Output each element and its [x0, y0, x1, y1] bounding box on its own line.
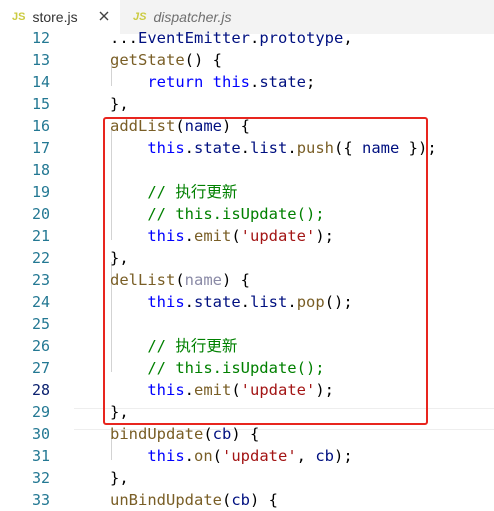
- code-line: return this.state;: [147, 73, 316, 91]
- line-number: 22: [31, 249, 50, 267]
- line-number: 26: [31, 337, 50, 355]
- line-number: 12: [31, 29, 50, 47]
- code-line: },: [110, 469, 129, 487]
- tab-label: store.js: [32, 9, 78, 25]
- highlight-box: [103, 117, 428, 425]
- line-number: 33: [31, 491, 50, 509]
- js-file-icon: JS: [12, 11, 26, 23]
- line-number: 17: [31, 139, 50, 157]
- line-number: 25: [31, 315, 50, 333]
- line-number: 15: [31, 95, 50, 113]
- code-line: getState() {: [110, 51, 222, 69]
- line-number: 16: [31, 117, 50, 135]
- line-number: 30: [31, 425, 50, 443]
- line-number: 13: [31, 51, 50, 69]
- code-line: this.on('update', cb);: [147, 447, 353, 465]
- line-number: 23: [31, 271, 50, 289]
- line-number: 21: [31, 227, 50, 245]
- code-line: bindUpdate(cb) {: [110, 425, 260, 443]
- code-line: unBindUpdate(cb) {: [110, 491, 278, 509]
- line-number: 27: [31, 359, 50, 377]
- line-number: 24: [31, 293, 50, 311]
- line-number: 19: [31, 183, 50, 201]
- code-line: ...EventEmitter.prototype,: [110, 29, 353, 47]
- line-number: 18: [31, 161, 50, 179]
- line-number: 31: [31, 447, 50, 465]
- line-number: 14: [31, 73, 50, 91]
- close-icon[interactable]: [97, 9, 111, 23]
- line-number: 32: [31, 469, 50, 487]
- tab-label: dispatcher.js: [153, 9, 232, 25]
- js-file-icon: JS: [133, 11, 147, 23]
- line-number: 20: [31, 205, 50, 223]
- code-line: },: [110, 95, 129, 113]
- line-number: 29: [31, 403, 50, 421]
- line-number: 28: [31, 381, 50, 399]
